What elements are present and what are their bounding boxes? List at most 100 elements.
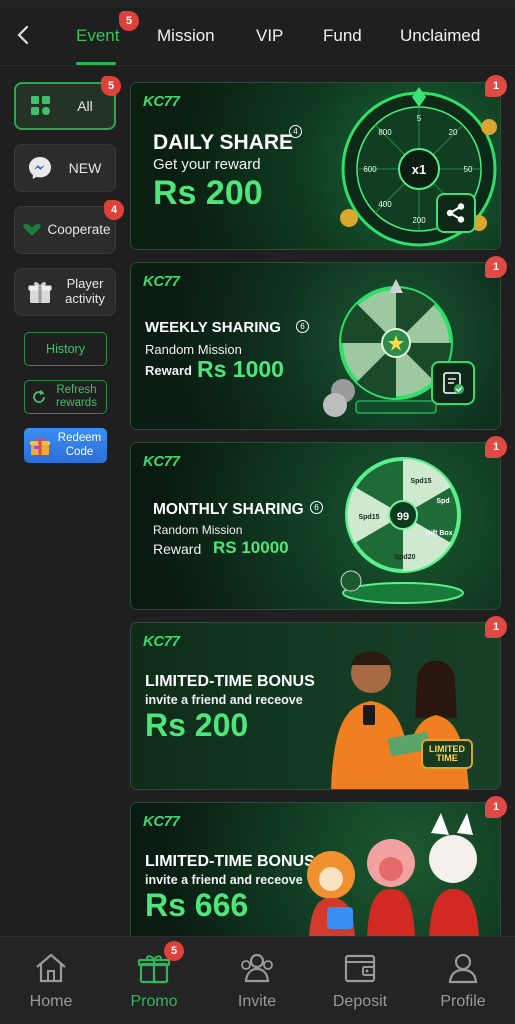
wheel-center-text: x1	[412, 162, 426, 177]
tab-event-badge: 5	[119, 11, 139, 31]
wheel-label: 400	[378, 200, 392, 209]
banner-title-superscript: 6	[310, 501, 323, 514]
history-button[interactable]: History	[24, 332, 107, 366]
share-button[interactable]	[436, 193, 476, 233]
sidebar-cooperate-badge: 4	[104, 200, 124, 220]
banner-notification-badge: 1	[485, 796, 507, 818]
banner-subtitle: invite a friend and receove	[145, 873, 303, 887]
share-icon	[446, 203, 465, 223]
banner-title: DAILY SHARE	[153, 131, 294, 154]
wheel-label: 200	[412, 216, 426, 225]
banner-notification-badge: 1	[485, 75, 507, 97]
logo-text: KC	[143, 93, 164, 110]
wheel-label: Spd	[436, 498, 449, 505]
lucky-mascots-graphic	[307, 813, 479, 936]
nav-label: Home	[29, 993, 73, 1010]
wheel-label: Spd15	[410, 478, 431, 485]
prize-wheel-graphic: 99 Spd15 Spd20 Spd15 Spd Gift Box	[340, 457, 464, 604]
redeem-gift-icon	[30, 437, 50, 455]
tab-unclaimed[interactable]: Unclaimed	[400, 26, 480, 46]
history-label: History	[46, 342, 85, 356]
banner-title-superscript: 6	[296, 320, 309, 333]
logo-text: KC	[143, 633, 164, 650]
heart-icon	[21, 215, 43, 245]
active-tab-indicator	[76, 62, 116, 65]
tab-mission[interactable]: Mission	[157, 26, 215, 46]
messenger-icon	[25, 153, 55, 183]
wheel-label: 800	[378, 128, 392, 137]
wheel-label: 600	[363, 165, 377, 174]
sidebar-item-new[interactable]: NEW	[14, 144, 116, 192]
banner-title: MONTHLY SHARING	[153, 501, 304, 518]
banner-subtitle: Random Mission	[145, 342, 242, 357]
nav-home[interactable]: Home	[8, 951, 94, 1011]
banner-amount: Rs 1000	[197, 356, 284, 382]
banner-logo: KC77	[143, 93, 180, 110]
home-icon	[32, 951, 70, 985]
limited-time-tag: LIMITED TIME	[421, 739, 473, 769]
sidebar-item-label: All	[77, 97, 93, 114]
refresh-icon	[32, 389, 45, 403]
sidebar-item-label: NEW	[68, 159, 102, 176]
people-icon	[238, 951, 276, 985]
redeem-code-button[interactable]: Redeem Code	[24, 428, 107, 463]
tab-event[interactable]: Event	[76, 26, 119, 46]
wheel-label: 50	[464, 165, 473, 174]
wheel-label: Gift Box	[425, 530, 452, 537]
status-strip	[0, 0, 515, 8]
sidebar-item-label: Player activity	[65, 276, 105, 306]
banner-reward-prefix: Reward	[153, 541, 202, 557]
sidebar-item-player-activity[interactable]: Player activity	[14, 268, 116, 316]
nav-promo[interactable]: Promo	[111, 951, 197, 1011]
logo-accent: 77	[163, 813, 180, 830]
task-list-button[interactable]	[431, 361, 475, 405]
nav-deposit[interactable]: Deposit	[317, 951, 403, 1011]
nav-promo-badge: 5	[164, 941, 184, 961]
nav-invite[interactable]: Invite	[214, 951, 300, 1011]
logo-text: KC	[143, 273, 164, 290]
nav-profile[interactable]: Profile	[420, 951, 506, 1011]
banner-notification-badge: 1	[485, 616, 507, 638]
nav-label: Invite	[237, 993, 277, 1010]
banner-title: LIMITED-TIME BONUS	[145, 673, 315, 690]
logo-accent: 77	[163, 633, 180, 650]
wheel-label: 20	[449, 128, 458, 137]
banner-notification-badge: 1	[485, 436, 507, 458]
wheel-label: 5	[417, 114, 422, 123]
nav-label: Promo	[130, 993, 178, 1010]
logo-text: KC	[143, 813, 164, 830]
banner-amount: Rs 666	[145, 887, 249, 923]
tab-vip[interactable]: VIP	[256, 26, 283, 46]
banner-weekly-sharing[interactable]: KC77 WEEKLY SHARING 6 Random Mission Rew…	[130, 262, 501, 430]
logo-accent: 77	[163, 453, 180, 470]
refresh-rewards-button[interactable]: Refresh rewards	[24, 380, 107, 414]
banner-subtitle: Random Mission	[153, 523, 243, 537]
wallet-icon	[341, 951, 379, 985]
back-button[interactable]	[8, 20, 38, 50]
sidebar-item-cooperate[interactable]: Cooperate	[14, 206, 116, 254]
banner-title-superscript: 4	[289, 125, 302, 138]
banner-limited-time-bonus-666[interactable]: KC77 LIMITED-TIME BONUS invite a friend …	[130, 802, 501, 936]
logo-accent: 77	[163, 93, 180, 110]
banner-subtitle: invite a friend and receove	[145, 693, 303, 707]
grid-icon	[26, 91, 56, 121]
gift-icon	[25, 277, 55, 307]
banner-amount: Rs 200	[145, 707, 249, 743]
logo-text: KC	[143, 453, 164, 470]
banner-amount: Rs 200	[153, 174, 263, 212]
wheel-label: Spd20	[394, 554, 415, 561]
user-icon	[444, 951, 482, 985]
banner-subtitle: Get your reward	[153, 156, 261, 173]
bottom-navigation: Home Promo 5 Invite Deposit Profile	[0, 936, 515, 1024]
banner-daily-share[interactable]: KC77 DAILY SHARE 4 Get your reward Rs 20…	[130, 82, 501, 250]
banner-title: LIMITED-TIME BONUS	[145, 853, 315, 870]
banner-limited-time-bonus-200[interactable]: KC77 LIMITED-TIME BONUS invite a friend …	[130, 622, 501, 790]
tab-fund[interactable]: Fund	[323, 26, 362, 46]
banner-notification-badge: 1	[485, 256, 507, 278]
banner-monthly-sharing[interactable]: KC77 MONTHLY SHARING 6 Random Mission Re…	[130, 442, 501, 610]
banner-logo: KC77	[143, 453, 180, 470]
nav-label: Deposit	[332, 993, 388, 1010]
banner-logo: KC77	[143, 633, 180, 650]
banner-title: WEEKLY SHARING	[145, 319, 281, 336]
banner-reward-prefix: Reward	[145, 363, 192, 378]
